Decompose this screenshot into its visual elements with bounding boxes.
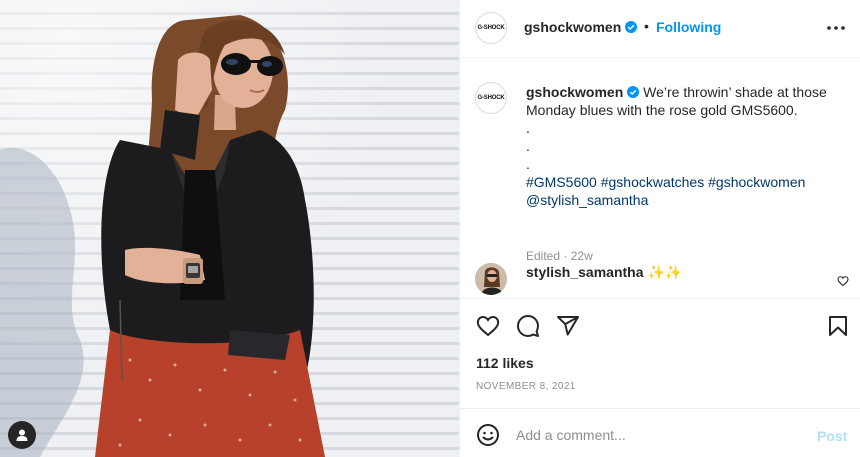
caption-hashtags: #GMS5600 #gshockwatches #gshockwomen [526, 173, 841, 191]
avatar-logo-text: G-SHOCK [477, 25, 505, 31]
caption-text-line2: Monday blues with the rose gold GMS5600. [526, 102, 798, 118]
account-avatar[interactable]: G-SHOCK [475, 12, 507, 44]
caption-dot: . [526, 120, 530, 136]
post-header: G-SHOCK gshockwomen • Following [460, 0, 860, 58]
more-options-icon[interactable] [825, 19, 847, 35]
caption-text-line1: We’re throwin’ shade at those [643, 84, 827, 100]
comment-text: ✨✨ [647, 264, 683, 280]
caption-dot: . [526, 156, 530, 172]
mention-link[interactable]: @stylish_samantha [526, 192, 648, 208]
commenter-avatar[interactable] [475, 263, 507, 295]
caption: gshockwomen We’re throwin’ shade at thos… [526, 83, 841, 263]
user-tag-icon [16, 429, 28, 441]
following-button[interactable]: Following [656, 19, 721, 35]
comment-username-text: stylish_samantha [526, 264, 644, 280]
comment-composer: Post [460, 408, 860, 457]
caption-username-text: gshockwomen [526, 84, 624, 100]
post-date[interactable]: NOVEMBER 8, 2021 [476, 381, 576, 392]
header-username-text: gshockwomen [524, 19, 622, 35]
hashtag-link[interactable]: #gshockwatches [601, 174, 705, 190]
header-separator: • [644, 18, 649, 34]
bookmark-icon[interactable] [826, 314, 850, 338]
caption-dot: . [526, 138, 530, 154]
caption-username[interactable]: gshockwomen [526, 84, 640, 100]
verified-badge-icon [627, 86, 640, 98]
hashtag-link[interactable]: #GMS5600 [526, 174, 597, 190]
add-comment-input[interactable] [516, 421, 806, 449]
likes-count[interactable]: 112 likes [476, 355, 534, 371]
comment-bubble-icon[interactable] [516, 314, 540, 338]
commenter-avatar-image [475, 263, 507, 295]
comment-item: stylish_samantha ✨✨ [475, 261, 851, 295]
comment-like-heart-icon[interactable] [837, 275, 849, 287]
caption-section: G-SHOCK gshockwomen We’re throwin’ shade… [460, 59, 860, 299]
caption-avatar[interactable]: G-SHOCK [475, 82, 507, 114]
user-tag-button[interactable] [8, 421, 36, 449]
caption-mention-line: @stylish_samantha [526, 191, 841, 209]
hashtag-link[interactable]: #gshockwomen [708, 174, 805, 190]
paper-plane-icon[interactable] [556, 314, 580, 338]
post-photo[interactable] [0, 0, 459, 457]
post-detail-panel: G-SHOCK gshockwomen • Following G-SHOCK … [459, 0, 860, 457]
post-actions [460, 300, 860, 352]
header-username[interactable]: gshockwomen [524, 19, 638, 35]
emoji-smile-icon[interactable] [476, 423, 500, 447]
verified-badge-icon [625, 21, 638, 33]
photo-image [0, 0, 459, 457]
comment-username[interactable]: stylish_samantha ✨✨ [526, 264, 682, 281]
heart-icon[interactable] [476, 314, 500, 338]
post-comment-button[interactable]: Post [817, 428, 847, 444]
caption-avatar-logo-text: G-SHOCK [477, 95, 505, 101]
